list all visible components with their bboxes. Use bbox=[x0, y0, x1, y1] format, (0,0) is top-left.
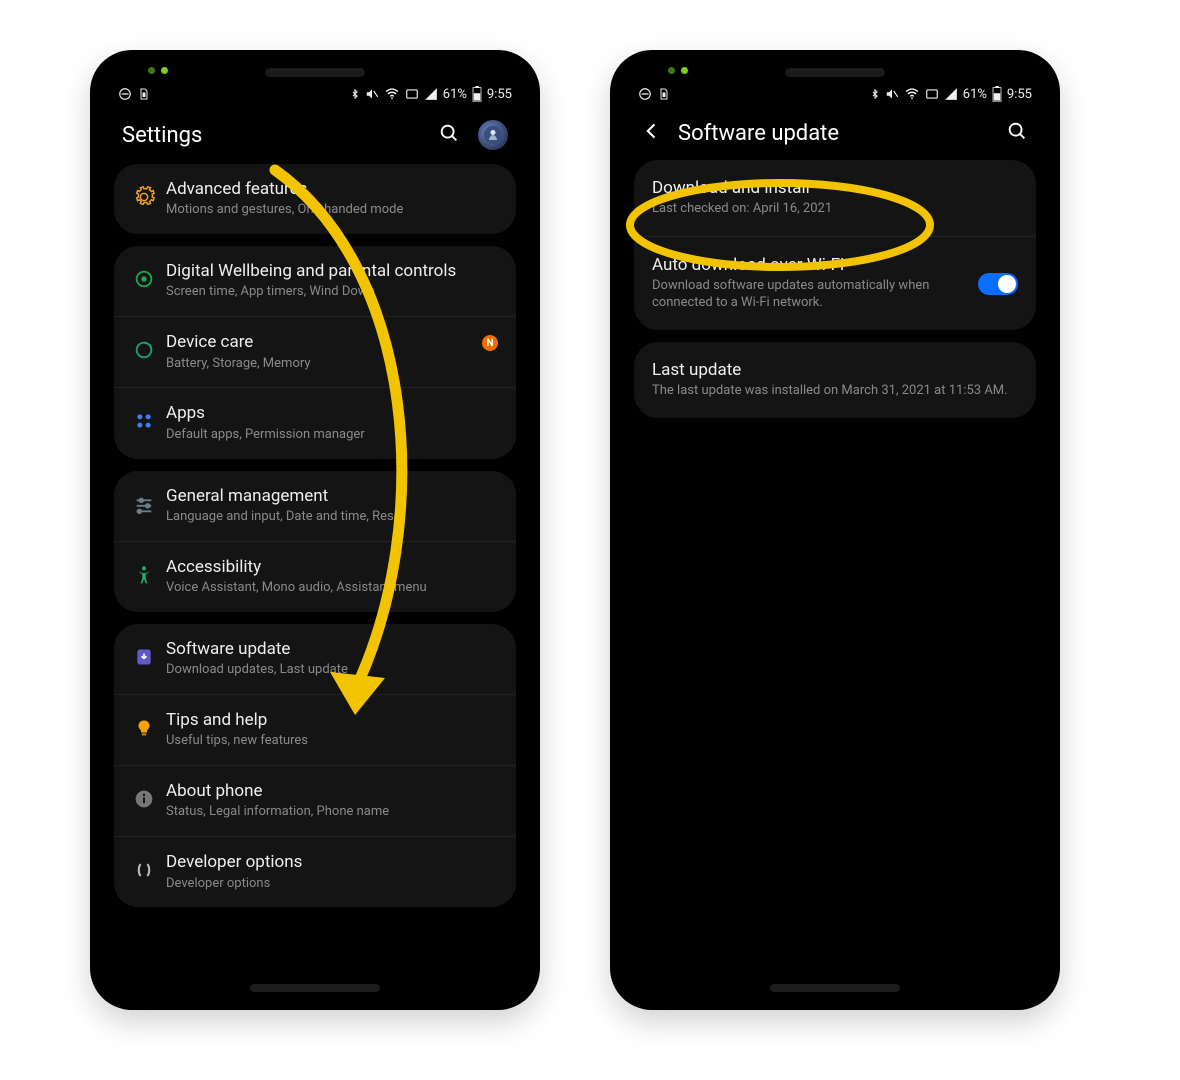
sliders-icon bbox=[133, 493, 155, 519]
row-sub: Motions and gestures, One-handed mode bbox=[166, 202, 500, 219]
row-title: Advanced features bbox=[166, 179, 500, 200]
row-sub: Useful tips, new features bbox=[166, 733, 500, 750]
dnd-icon bbox=[638, 87, 652, 101]
row-sub: Default apps, Permission manager bbox=[166, 427, 500, 444]
avatar[interactable] bbox=[478, 120, 508, 150]
settings-item-about-phone[interactable]: About phone Status, Legal information, P… bbox=[114, 765, 516, 836]
item-download-and-install[interactable]: Download and install Last checked on: Ap… bbox=[634, 160, 1036, 236]
wifi-icon bbox=[384, 87, 400, 101]
last-update-card: Last update The last update was installe… bbox=[634, 342, 1036, 418]
row-sub: Battery, Storage, Memory bbox=[166, 356, 500, 373]
settings-item-advanced-features[interactable]: Advanced features Motions and gestures, … bbox=[114, 164, 516, 234]
row-sub: Developer options bbox=[166, 876, 500, 893]
volte-icon bbox=[405, 87, 419, 101]
battery-text: 61% bbox=[443, 87, 467, 102]
row-title: Accessibility bbox=[166, 557, 500, 578]
settings-item-device-care[interactable]: Device care Battery, Storage, Memory N bbox=[114, 316, 516, 387]
row-sub: Voice Assistant, Mono audio, Assistant m… bbox=[166, 580, 500, 597]
bluetooth-icon bbox=[870, 87, 880, 101]
settings-item-digital-wellbeing[interactable]: Digital Wellbeing and parental controls … bbox=[114, 246, 516, 316]
row-sub: Screen time, App timers, Wind Down bbox=[166, 284, 500, 301]
signal-icon bbox=[944, 87, 958, 101]
row-title: Device care bbox=[166, 332, 500, 353]
clock-text: 9:55 bbox=[1007, 87, 1032, 102]
battery-icon bbox=[992, 86, 1002, 102]
item-last-update[interactable]: Last update The last update was installe… bbox=[634, 342, 1036, 418]
home-indicator bbox=[770, 984, 900, 992]
mute-icon bbox=[365, 87, 379, 101]
page-title: Software update bbox=[678, 121, 839, 146]
row-title: Last update bbox=[652, 360, 1018, 381]
status-bar: 61% 9:55 bbox=[104, 82, 526, 106]
page-title: Settings bbox=[122, 123, 202, 148]
app-bar-settings: Settings bbox=[104, 106, 526, 164]
dev-icon bbox=[134, 860, 154, 884]
devicecare-icon bbox=[133, 339, 155, 365]
phone-frame-software-update: 61% 9:55 Software update bbox=[610, 50, 1060, 1010]
row-title: About phone bbox=[166, 781, 500, 802]
settings-item-apps[interactable]: Apps Default apps, Permission manager bbox=[114, 387, 516, 458]
wifi-icon bbox=[904, 87, 920, 101]
row-sub: Last checked on: April 16, 2021 bbox=[652, 201, 1018, 218]
search-icon[interactable] bbox=[1006, 120, 1028, 146]
gear-icon bbox=[133, 186, 155, 212]
settings-item-software-update[interactable]: Software update Download updates, Last u… bbox=[114, 624, 516, 694]
battery-icon bbox=[472, 86, 482, 102]
update-icon bbox=[134, 647, 154, 671]
screen-software-update: 61% 9:55 Software update bbox=[624, 64, 1046, 996]
row-title: Apps bbox=[166, 403, 500, 424]
signal-icon bbox=[424, 87, 438, 101]
dnd-icon bbox=[118, 87, 132, 101]
wellbeing-icon bbox=[133, 268, 155, 294]
back-icon[interactable] bbox=[642, 121, 662, 145]
settings-item-developer-options[interactable]: Developer options Developer options bbox=[114, 836, 516, 907]
row-sub: The last update was installed on March 3… bbox=[652, 383, 1018, 400]
settings-item-tips-and-help[interactable]: Tips and help Useful tips, new features bbox=[114, 694, 516, 765]
info-icon bbox=[134, 789, 154, 813]
app-bar-software-update: Software update bbox=[624, 106, 1046, 160]
settings-group: Software update Download updates, Last u… bbox=[114, 624, 516, 908]
toggle-auto-download[interactable] bbox=[978, 273, 1018, 295]
item-auto-download-wifi[interactable]: Auto download over Wi-Fi Download softwa… bbox=[634, 236, 1036, 330]
phone-frame-settings: 61% 9:55 Settings bbox=[90, 50, 540, 1010]
software-update-list: Download and install Last checked on: Ap… bbox=[624, 160, 1046, 996]
apps-icon bbox=[134, 411, 154, 435]
accessibility-icon bbox=[134, 565, 154, 589]
update-card: Download and install Last checked on: Ap… bbox=[634, 160, 1036, 330]
settings-item-accessibility[interactable]: Accessibility Voice Assistant, Mono audi… bbox=[114, 541, 516, 612]
settings-item-general-management[interactable]: General management Language and input, D… bbox=[114, 471, 516, 541]
row-sub: Language and input, Date and time, Reset bbox=[166, 509, 500, 526]
settings-group: Advanced features Motions and gestures, … bbox=[114, 164, 516, 234]
row-sub: Download software updates automatically … bbox=[652, 278, 968, 312]
row-title: Developer options bbox=[166, 852, 500, 873]
row-title: General management bbox=[166, 486, 500, 507]
volte-icon bbox=[925, 87, 939, 101]
row-title: Software update bbox=[166, 639, 500, 660]
battery-text: 61% bbox=[963, 87, 987, 102]
settings-list[interactable]: Advanced features Motions and gestures, … bbox=[104, 164, 526, 996]
tips-icon bbox=[135, 718, 153, 742]
row-title: Auto download over Wi-Fi bbox=[652, 255, 968, 276]
clock-text: 9:55 bbox=[487, 87, 512, 102]
status-bar: 61% 9:55 bbox=[624, 82, 1046, 106]
screen-settings: 61% 9:55 Settings bbox=[104, 64, 526, 996]
row-title: Download and install bbox=[652, 178, 1018, 199]
home-indicator bbox=[250, 984, 380, 992]
search-icon[interactable] bbox=[438, 122, 460, 148]
row-title: Tips and help bbox=[166, 710, 500, 731]
row-title: Digital Wellbeing and parental controls bbox=[166, 261, 500, 282]
bluetooth-icon bbox=[350, 87, 360, 101]
row-sub: Download updates, Last update bbox=[166, 662, 500, 679]
settings-group: General management Language and input, D… bbox=[114, 471, 516, 612]
row-sub: Status, Legal information, Phone name bbox=[166, 804, 500, 821]
sim-icon bbox=[138, 87, 150, 101]
sim-icon bbox=[658, 87, 670, 101]
settings-group: Digital Wellbeing and parental controls … bbox=[114, 246, 516, 458]
mute-icon bbox=[885, 87, 899, 101]
